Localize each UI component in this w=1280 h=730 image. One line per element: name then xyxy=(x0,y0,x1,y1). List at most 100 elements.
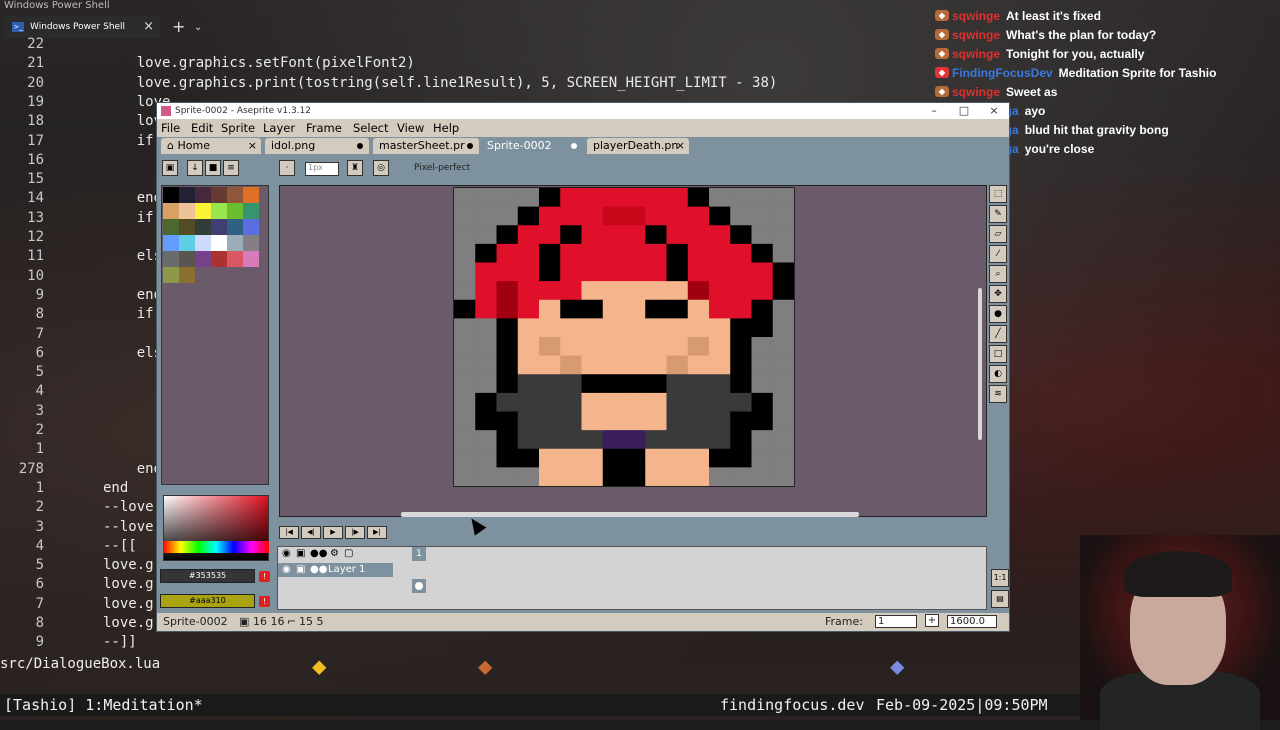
tab-idol-png[interactable]: idol.png xyxy=(265,138,369,154)
sprite-pixel[interactable] xyxy=(645,411,667,431)
palette-swatch[interactable] xyxy=(227,203,243,219)
sprite-pixel[interactable] xyxy=(581,355,604,375)
sprite-pixel[interactable] xyxy=(666,355,689,375)
sprite-pixel[interactable] xyxy=(602,318,625,338)
sprite-pixel[interactable] xyxy=(709,467,731,486)
sprite-pixel[interactable] xyxy=(709,225,731,245)
contour-tool-icon[interactable]: ◐ xyxy=(989,365,1007,383)
sprite-pixel[interactable] xyxy=(539,299,561,319)
sprite-pixel[interactable] xyxy=(496,243,519,263)
palette-swatch[interactable] xyxy=(195,187,211,203)
sprite-pixel[interactable] xyxy=(772,318,795,338)
sprite-pixel[interactable] xyxy=(454,318,476,338)
sprite-pixel[interactable] xyxy=(602,262,625,282)
sprite-pixel[interactable] xyxy=(772,355,795,375)
palette-swatch[interactable] xyxy=(211,251,227,267)
sprite-pixel[interactable] xyxy=(581,448,604,468)
sprite-pixel[interactable] xyxy=(454,206,476,226)
sprite-pixel[interactable] xyxy=(602,281,625,301)
sprite-pixel[interactable] xyxy=(730,448,752,468)
sprite-pixel[interactable] xyxy=(475,392,497,412)
sprite-pixel[interactable] xyxy=(602,299,625,319)
sprite-pixel[interactable] xyxy=(475,467,497,486)
sprite-pixel[interactable] xyxy=(475,262,497,282)
sprite-pixel[interactable] xyxy=(666,299,689,319)
sprite-pixel[interactable] xyxy=(517,467,540,486)
sprite-pixel[interactable] xyxy=(730,392,752,412)
sprite-pixel[interactable] xyxy=(454,188,476,207)
sprite-pixel[interactable] xyxy=(666,188,689,207)
sprite-pixel[interactable] xyxy=(687,355,710,375)
sprite-pixel[interactable] xyxy=(645,374,667,394)
sprite-pixel[interactable] xyxy=(581,374,604,394)
sprite-pixel[interactable] xyxy=(496,448,519,468)
sprite-pixel[interactable] xyxy=(475,243,497,263)
palette-grid[interactable] xyxy=(163,187,259,283)
frame-icon[interactable]: ▢ xyxy=(344,547,353,561)
sprite-pixel[interactable] xyxy=(517,318,540,338)
sprite-pixel[interactable] xyxy=(581,430,604,450)
menu-select[interactable]: Select xyxy=(353,121,388,135)
sprite-pixel[interactable] xyxy=(645,206,667,226)
preview-icon[interactable]: ▤ xyxy=(991,590,1009,608)
sprite-pixel[interactable] xyxy=(730,225,752,245)
sprite-pixel[interactable] xyxy=(602,374,625,394)
sprite-pixel[interactable] xyxy=(772,188,795,207)
sprite-pixel[interactable] xyxy=(475,318,497,338)
sprite-pixel[interactable] xyxy=(496,411,519,431)
terminal-tab[interactable]: >_ Windows Power Shell × xyxy=(4,16,160,38)
sprite-pixel[interactable] xyxy=(730,206,752,226)
sprite-pixel[interactable] xyxy=(475,374,497,394)
sprite-pixel[interactable] xyxy=(581,243,604,263)
line-tool-icon[interactable]: ╱ xyxy=(989,325,1007,343)
blur-tool-icon[interactable]: ≋ xyxy=(989,385,1007,403)
sprite-pixel[interactable] xyxy=(666,318,689,338)
fit-zoom-icon[interactable]: 1:1 xyxy=(991,569,1009,587)
sprite-pixel[interactable] xyxy=(475,206,497,226)
sprite-pixel[interactable] xyxy=(517,337,540,356)
sprite-pixel[interactable] xyxy=(709,299,731,319)
sprite-pixel[interactable] xyxy=(645,392,667,412)
sprite-pixel[interactable] xyxy=(496,337,519,356)
sprite-pixel[interactable] xyxy=(539,262,561,282)
rectangle-tool-icon[interactable]: □ xyxy=(989,345,1007,363)
sprite-pixel[interactable] xyxy=(624,188,646,207)
unsaved-dot-icon[interactable] xyxy=(571,143,577,149)
sprite-pixel[interactable] xyxy=(687,392,710,412)
chevron-down-icon[interactable]: ⌄ xyxy=(194,22,202,33)
sprite-pixel[interactable] xyxy=(645,355,667,375)
sprite-pixel[interactable] xyxy=(751,206,774,226)
palette-swatch[interactable] xyxy=(243,203,259,219)
close-icon[interactable]: × xyxy=(143,19,154,34)
sprite-pixel[interactable] xyxy=(751,299,774,319)
eye-icon[interactable]: ◉ xyxy=(282,563,291,577)
ink-icon[interactable]: ♜ xyxy=(347,160,363,176)
sprite-pixel[interactable] xyxy=(772,337,795,356)
sprite-canvas[interactable] xyxy=(453,187,795,487)
sprite-pixel[interactable] xyxy=(730,318,752,338)
warning-icon[interactable]: ! xyxy=(259,571,270,582)
vertical-scrollbar[interactable] xyxy=(978,288,982,440)
sprite-pixel[interactable] xyxy=(709,206,731,226)
sprite-pixel[interactable] xyxy=(560,188,582,207)
sprite-pixel[interactable] xyxy=(709,448,731,468)
sprite-pixel[interactable] xyxy=(454,281,476,301)
sprite-pixel[interactable] xyxy=(730,243,752,263)
sprite-pixel[interactable] xyxy=(751,243,774,263)
unsaved-dot-icon[interactable] xyxy=(357,143,363,149)
zoom-input[interactable]: 1600.0 xyxy=(947,615,997,628)
sprite-pixel[interactable] xyxy=(687,318,710,338)
menu-help[interactable]: Help xyxy=(433,121,459,135)
sprite-pixel[interactable] xyxy=(454,243,476,263)
sprite-pixel[interactable] xyxy=(687,411,710,431)
sprite-pixel[interactable] xyxy=(454,392,476,412)
palette-swatch[interactable] xyxy=(227,235,243,251)
sprite-pixel[interactable] xyxy=(602,355,625,375)
sprite-pixel[interactable] xyxy=(602,206,625,226)
sprite-pixel[interactable] xyxy=(517,225,540,245)
palette-swatch[interactable] xyxy=(243,251,259,267)
sprite-pixel[interactable] xyxy=(751,318,774,338)
sprite-pixel[interactable] xyxy=(517,374,540,394)
sprite-pixel[interactable] xyxy=(454,467,476,486)
sprite-pixel[interactable] xyxy=(475,188,497,207)
